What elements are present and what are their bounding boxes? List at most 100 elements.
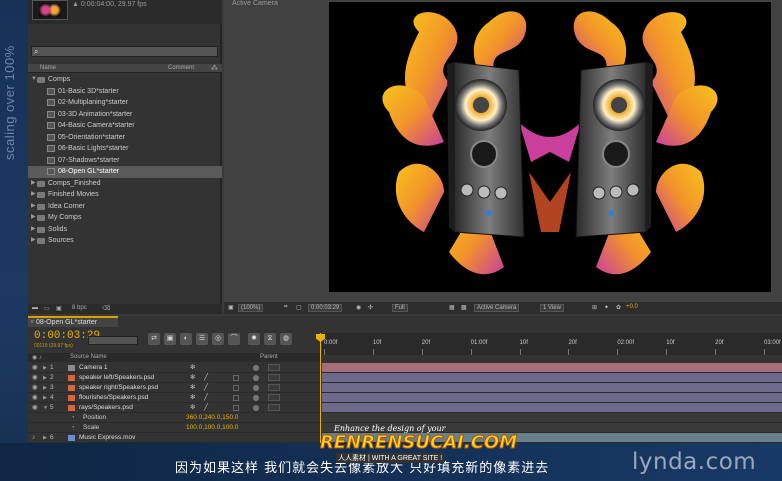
interpret-footage-icon[interactable]: ▬ xyxy=(32,305,38,311)
layer-name[interactable]: speaker right/Speakers.psd xyxy=(79,383,158,393)
project-folder-item[interactable]: ▶ Comps_Finished xyxy=(28,178,222,190)
project-comp-item[interactable]: 04-Basic Camera*starter xyxy=(28,120,222,132)
resolution-dropdown[interactable]: Full xyxy=(392,304,408,312)
project-folder-item[interactable]: ▶ Sources xyxy=(28,235,222,247)
layer-duration-bar[interactable] xyxy=(322,363,782,373)
visibility-eye-icon[interactable]: ◉ xyxy=(32,373,38,383)
flowchart-icon[interactable]: ⁂ xyxy=(211,64,218,72)
zoom-dropdown[interactable]: (100%) xyxy=(238,304,264,312)
layer-name[interactable]: flourishes/Speakers.psd xyxy=(79,393,148,403)
project-folder-item[interactable]: ▶ Solids xyxy=(28,224,222,236)
visibility-eye-icon[interactable]: ◉ xyxy=(32,403,38,413)
transform-property-row[interactable]: ◔ Position 360.0,240.0,150.0 xyxy=(28,413,322,423)
parent-pickwhip-icon[interactable] xyxy=(253,365,259,371)
expand-right-icon[interactable]: ▶ xyxy=(43,363,47,373)
quality-switch-icon[interactable]: ╱ xyxy=(204,403,208,413)
quality-switch-icon[interactable]: ╱ xyxy=(204,373,208,383)
expand-right-icon[interactable]: ▶ xyxy=(43,433,47,443)
project-comp-item[interactable]: 07-Shadows*starter xyxy=(28,155,222,167)
parent-dropdown[interactable] xyxy=(268,394,280,401)
project-comp-item[interactable]: 05-Orientation*starter xyxy=(28,132,222,144)
3d-layer-switch[interactable] xyxy=(233,395,239,401)
shy-switch-icon[interactable]: ✻ xyxy=(190,373,195,383)
project-search-input[interactable]: ⌕ xyxy=(31,46,218,57)
column-parent[interactable]: Parent xyxy=(260,354,278,360)
expand-right-icon[interactable]: ▶ xyxy=(43,393,47,403)
quality-switch-icon[interactable]: ╱ xyxy=(204,393,208,403)
parent-dropdown[interactable] xyxy=(268,404,280,411)
column-source-name[interactable]: Source Name xyxy=(70,354,107,360)
layer-row[interactable]: ◉ ▼ 5 rays/Speakers.psd ✻ ╱ xyxy=(28,403,322,413)
layer-duration-bar[interactable] xyxy=(322,413,782,423)
shy-switch-icon[interactable]: ✻ xyxy=(190,383,195,393)
safe-margins-icon[interactable]: ⌗ xyxy=(284,304,287,311)
layer-row[interactable]: ◉ ▶ 4 flourishes/Speakers.psd ✻ ╱ xyxy=(28,393,322,403)
project-comp-item[interactable]: 08-Open GL*starter xyxy=(28,166,222,178)
layer-name[interactable]: speaker left/Speakers.psd xyxy=(79,373,154,383)
audio-speaker-icon[interactable]: ♪ xyxy=(32,433,35,443)
time-ruler[interactable]: 0:00f 10f 20f 01:00f 10f 20f 02:00f 10f 20f 03:00… xyxy=(322,333,782,355)
layer-duration-bar[interactable] xyxy=(322,373,782,383)
parent-pickwhip-icon[interactable] xyxy=(253,405,259,411)
view-layout-dropdown[interactable]: 1 View xyxy=(540,304,564,312)
layer-row[interactable]: ◉ ▶ 1 Camera 1 ✻ xyxy=(28,363,322,373)
property-value[interactable]: 360.0,240.0,150.0 xyxy=(186,413,238,423)
layer-duration-bar[interactable] xyxy=(322,383,782,393)
parent-dropdown[interactable] xyxy=(268,374,280,381)
stopwatch-icon[interactable]: ◔ xyxy=(71,423,75,433)
snapshot-icon[interactable]: ▢ xyxy=(296,304,302,311)
layer-name[interactable]: Music Express.mov xyxy=(79,433,135,443)
parent-pickwhip-icon[interactable] xyxy=(253,395,259,401)
visibility-eye-icon[interactable]: ◉ xyxy=(32,363,38,373)
tab-timeline-comp[interactable]: × 08-Open GL*starter xyxy=(28,316,118,327)
layer-duration-bar[interactable] xyxy=(322,393,782,403)
camera-icon[interactable]: ◉ xyxy=(356,304,361,311)
camera-view-dropdown[interactable]: Active Camera xyxy=(474,304,520,312)
expand-right-icon[interactable]: ▶ xyxy=(31,224,36,236)
layer-row[interactable]: ◉ ▶ 2 speaker left/Speakers.psd ✻ ╱ xyxy=(28,373,322,383)
new-comp-icon[interactable]: ▣ xyxy=(56,305,62,312)
parent-pickwhip-icon[interactable] xyxy=(253,385,259,391)
comp-mini-flowchart-icon[interactable]: ⇄ xyxy=(148,333,160,345)
expand-right-icon[interactable]: ▶ xyxy=(31,212,36,224)
project-comp-item[interactable]: 02-Multiplaning*starter xyxy=(28,97,222,109)
layer-name[interactable]: rays/Speakers.psd xyxy=(79,403,133,413)
shy-switch-icon[interactable]: ✻ xyxy=(190,363,195,373)
pixel-aspect-icon[interactable]: ⊞ xyxy=(592,304,597,311)
3d-layer-switch[interactable] xyxy=(233,385,239,391)
visibility-eye-icon[interactable]: ◉ xyxy=(32,383,38,393)
region-of-interest-icon[interactable]: ▦ xyxy=(449,304,455,311)
column-comment[interactable]: Comment xyxy=(168,65,194,71)
always-preview-icon[interactable]: ▣ xyxy=(228,304,234,311)
close-icon[interactable]: × xyxy=(30,318,34,327)
layer-duration-bar[interactable] xyxy=(322,403,782,413)
layer-row[interactable]: ♪ ▶ 6 Music Express.mov xyxy=(28,433,322,443)
exposure-icon[interactable]: ✿ xyxy=(616,304,621,311)
fast-previews-icon[interactable]: ✦ xyxy=(604,304,609,311)
property-value[interactable]: 100.0,100.0,100.0 xyxy=(186,423,238,433)
expand-right-icon[interactable]: ▶ xyxy=(31,178,36,190)
layer-row[interactable]: ◉ ▶ 3 speaker right/Speakers.psd ✻ ╱ xyxy=(28,383,322,393)
expand-right-icon[interactable]: ▶ xyxy=(31,201,36,213)
transparency-grid-icon[interactable]: ▩ xyxy=(461,304,467,311)
parent-dropdown[interactable] xyxy=(268,384,280,391)
hide-shy-layers-icon[interactable]: ◐ xyxy=(180,333,192,345)
show-snapshot-icon[interactable]: ✣ xyxy=(368,304,373,311)
current-time-field[interactable]: 0:00:03:29 xyxy=(308,304,343,312)
time-markers-icon[interactable]: ⧖ xyxy=(264,333,276,345)
expand-right-icon[interactable]: ▶ xyxy=(31,235,36,247)
parent-pickwhip-icon[interactable] xyxy=(253,375,259,381)
transform-property-row[interactable]: ◔ Scale 100.0,100.0,100.0 xyxy=(28,423,322,433)
draft-3d-icon[interactable]: ▣ xyxy=(164,333,176,345)
live-update-icon[interactable]: ◍ xyxy=(280,333,292,345)
expand-down-icon[interactable]: ▼ xyxy=(43,403,48,413)
project-comp-item[interactable]: 06-Basic Lights*starter xyxy=(28,143,222,155)
new-folder-icon[interactable]: ▭ xyxy=(44,305,50,312)
parent-dropdown[interactable] xyxy=(268,364,280,371)
project-folder-item[interactable]: ▶ Idea Corner xyxy=(28,201,222,213)
graph-editor-icon[interactable]: ⌒ xyxy=(228,333,240,345)
3d-layer-switch[interactable] xyxy=(233,405,239,411)
expand-right-icon[interactable]: ▶ xyxy=(43,373,47,383)
project-folder-item[interactable]: ▶ Finished Movies xyxy=(28,189,222,201)
bpc-button[interactable]: 8 bpc xyxy=(72,305,87,311)
